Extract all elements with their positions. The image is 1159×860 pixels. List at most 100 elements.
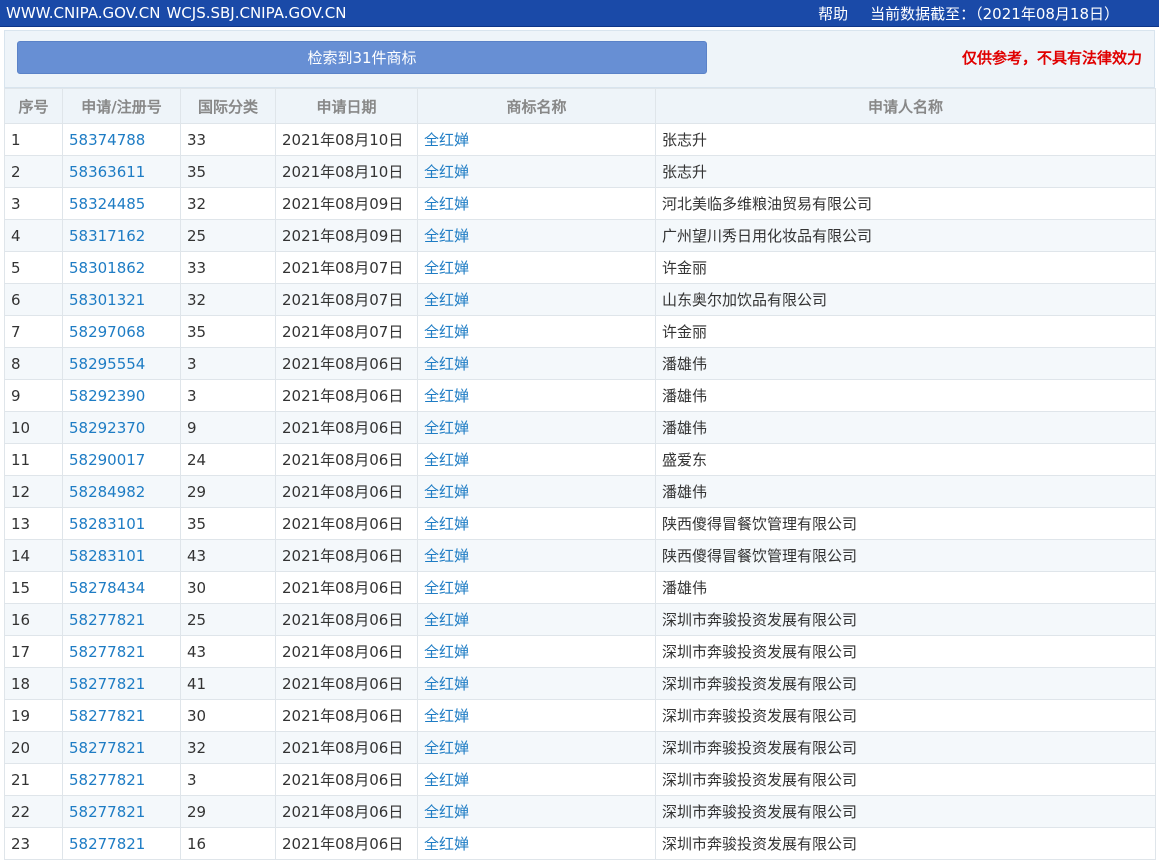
applicant-name: 深圳市奔骏投资发展有限公司 bbox=[655, 699, 1156, 732]
reg-number-link[interactable]: 58277821 bbox=[62, 731, 181, 764]
application-date: 2021年08月06日 bbox=[275, 667, 418, 700]
mark-name-link[interactable]: 全红婵 bbox=[417, 219, 656, 252]
reg-number-link[interactable]: 58374788 bbox=[62, 123, 181, 156]
application-date: 2021年08月06日 bbox=[275, 539, 418, 572]
reg-number-link[interactable]: 58277821 bbox=[62, 763, 181, 796]
result-count-button[interactable]: 检索到31件商标 bbox=[17, 41, 707, 74]
reg-number-link[interactable]: 58324485 bbox=[62, 187, 181, 220]
reg-number-link[interactable]: 58301321 bbox=[62, 283, 181, 316]
applicant-name: 广州望川秀日用化妆品有限公司 bbox=[655, 219, 1156, 252]
intl-class: 35 bbox=[180, 315, 276, 348]
table-row: 4 58317162 25 2021年08月09日 全红婵 广州望川秀日用化妆品有限公司 bbox=[4, 219, 1156, 252]
col-header-index: 序号 bbox=[4, 88, 63, 124]
table-row: 5 58301862 33 2021年08月07日 全红婵 许金丽 bbox=[4, 251, 1156, 284]
reg-number-link[interactable]: 58317162 bbox=[62, 219, 181, 252]
row-index: 17 bbox=[4, 635, 63, 668]
reg-number-link[interactable]: 58283101 bbox=[62, 507, 181, 540]
col-header-mark-name: 商标名称 bbox=[417, 88, 656, 124]
reg-number-link[interactable]: 58277821 bbox=[62, 635, 181, 668]
reg-number-link[interactable]: 58297068 bbox=[62, 315, 181, 348]
intl-class: 41 bbox=[180, 667, 276, 700]
reg-number-link[interactable]: 58278434 bbox=[62, 571, 181, 604]
application-date: 2021年08月07日 bbox=[275, 315, 418, 348]
table-row: 14 58283101 43 2021年08月06日 全红婵 陕西傻得冒餐饮管理有限公司 bbox=[4, 539, 1156, 572]
application-date: 2021年08月09日 bbox=[275, 187, 418, 220]
intl-class: 30 bbox=[180, 571, 276, 604]
mark-name-link[interactable]: 全红婵 bbox=[417, 347, 656, 380]
row-index: 22 bbox=[4, 795, 63, 828]
reg-number-link[interactable]: 58283101 bbox=[62, 539, 181, 572]
mark-name-link[interactable]: 全红婵 bbox=[417, 507, 656, 540]
top-bar: WWW.CNIPA.GOV.CN WCJS.SBJ.CNIPA.GOV.CN 帮… bbox=[0, 0, 1159, 27]
intl-class: 35 bbox=[180, 507, 276, 540]
mark-name-link[interactable]: 全红婵 bbox=[417, 251, 656, 284]
mark-name-link[interactable]: 全红婵 bbox=[417, 379, 656, 412]
applicant-name: 深圳市奔骏投资发展有限公司 bbox=[655, 731, 1156, 764]
reg-number-link[interactable]: 58277821 bbox=[62, 603, 181, 636]
reg-number-link[interactable]: 58277821 bbox=[62, 795, 181, 828]
table-row: 22 58277821 29 2021年08月06日 全红婵 深圳市奔骏投资发展有限公司 bbox=[4, 795, 1156, 828]
row-index: 5 bbox=[4, 251, 63, 284]
mark-name-link[interactable]: 全红婵 bbox=[417, 571, 656, 604]
row-index: 7 bbox=[4, 315, 63, 348]
mark-name-link[interactable]: 全红婵 bbox=[417, 315, 656, 348]
mark-name-link[interactable]: 全红婵 bbox=[417, 699, 656, 732]
reg-number-link[interactable]: 58292370 bbox=[62, 411, 181, 444]
reg-number-link[interactable]: 58290017 bbox=[62, 443, 181, 476]
intl-class: 43 bbox=[180, 539, 276, 572]
intl-class: 32 bbox=[180, 283, 276, 316]
applicant-name: 潘雄伟 bbox=[655, 347, 1156, 380]
table-row: 18 58277821 41 2021年08月06日 全红婵 深圳市奔骏投资发展有限公司 bbox=[4, 667, 1156, 700]
reg-number-link[interactable]: 58363611 bbox=[62, 155, 181, 188]
reg-number-link[interactable]: 58277821 bbox=[62, 699, 181, 732]
row-index: 14 bbox=[4, 539, 63, 572]
application-date: 2021年08月06日 bbox=[275, 347, 418, 380]
mark-name-link[interactable]: 全红婵 bbox=[417, 187, 656, 220]
mark-name-link[interactable]: 全红婵 bbox=[417, 411, 656, 444]
col-header-class: 国际分类 bbox=[180, 88, 276, 124]
reg-number-link[interactable]: 58277821 bbox=[62, 667, 181, 700]
reg-number-link[interactable]: 58292390 bbox=[62, 379, 181, 412]
mark-name-link[interactable]: 全红婵 bbox=[417, 603, 656, 636]
row-index: 8 bbox=[4, 347, 63, 380]
applicant-name: 潘雄伟 bbox=[655, 411, 1156, 444]
intl-class: 25 bbox=[180, 219, 276, 252]
reg-number-link[interactable]: 58277821 bbox=[62, 827, 181, 860]
mark-name-link[interactable]: 全红婵 bbox=[417, 827, 656, 860]
mark-name-link[interactable]: 全红婵 bbox=[417, 795, 656, 828]
table-row: 13 58283101 35 2021年08月06日 全红婵 陕西傻得冒餐饮管理有限公司 bbox=[4, 507, 1156, 540]
mark-name-link[interactable]: 全红婵 bbox=[417, 155, 656, 188]
application-date: 2021年08月06日 bbox=[275, 699, 418, 732]
reg-number-link[interactable]: 58284982 bbox=[62, 475, 181, 508]
mark-name-link[interactable]: 全红婵 bbox=[417, 635, 656, 668]
table-row: 20 58277821 32 2021年08月06日 全红婵 深圳市奔骏投资发展有限公司 bbox=[4, 731, 1156, 764]
mark-name-link[interactable]: 全红婵 bbox=[417, 475, 656, 508]
mark-name-link[interactable]: 全红婵 bbox=[417, 443, 656, 476]
help-link[interactable]: 帮助 bbox=[818, 3, 848, 24]
mark-name-link[interactable]: 全红婵 bbox=[417, 123, 656, 156]
row-index: 4 bbox=[4, 219, 63, 252]
application-date: 2021年08月06日 bbox=[275, 603, 418, 636]
site-link-wcjs[interactable]: WCJS.SBJ.CNIPA.GOV.CN bbox=[166, 4, 346, 22]
table-row: 7 58297068 35 2021年08月07日 全红婵 许金丽 bbox=[4, 315, 1156, 348]
mark-name-link[interactable]: 全红婵 bbox=[417, 667, 656, 700]
mark-name-link[interactable]: 全红婵 bbox=[417, 731, 656, 764]
applicant-name: 潘雄伟 bbox=[655, 379, 1156, 412]
applicant-name: 山东奥尔加饮品有限公司 bbox=[655, 283, 1156, 316]
table-row: 17 58277821 43 2021年08月06日 全红婵 深圳市奔骏投资发展有限公司 bbox=[4, 635, 1156, 668]
application-date: 2021年08月09日 bbox=[275, 219, 418, 252]
site-link-cnipa[interactable]: WWW.CNIPA.GOV.CN bbox=[6, 4, 160, 22]
mark-name-link[interactable]: 全红婵 bbox=[417, 283, 656, 316]
reg-number-link[interactable]: 58301862 bbox=[62, 251, 181, 284]
applicant-name: 深圳市奔骏投资发展有限公司 bbox=[655, 603, 1156, 636]
intl-class: 33 bbox=[180, 251, 276, 284]
table-row: 15 58278434 30 2021年08月06日 全红婵 潘雄伟 bbox=[4, 571, 1156, 604]
col-header-applicant: 申请人名称 bbox=[655, 88, 1156, 124]
table-row: 8 58295554 3 2021年08月06日 全红婵 潘雄伟 bbox=[4, 347, 1156, 380]
application-date: 2021年08月07日 bbox=[275, 283, 418, 316]
mark-name-link[interactable]: 全红婵 bbox=[417, 539, 656, 572]
reg-number-link[interactable]: 58295554 bbox=[62, 347, 181, 380]
application-date: 2021年08月06日 bbox=[275, 379, 418, 412]
row-index: 15 bbox=[4, 571, 63, 604]
mark-name-link[interactable]: 全红婵 bbox=[417, 763, 656, 796]
